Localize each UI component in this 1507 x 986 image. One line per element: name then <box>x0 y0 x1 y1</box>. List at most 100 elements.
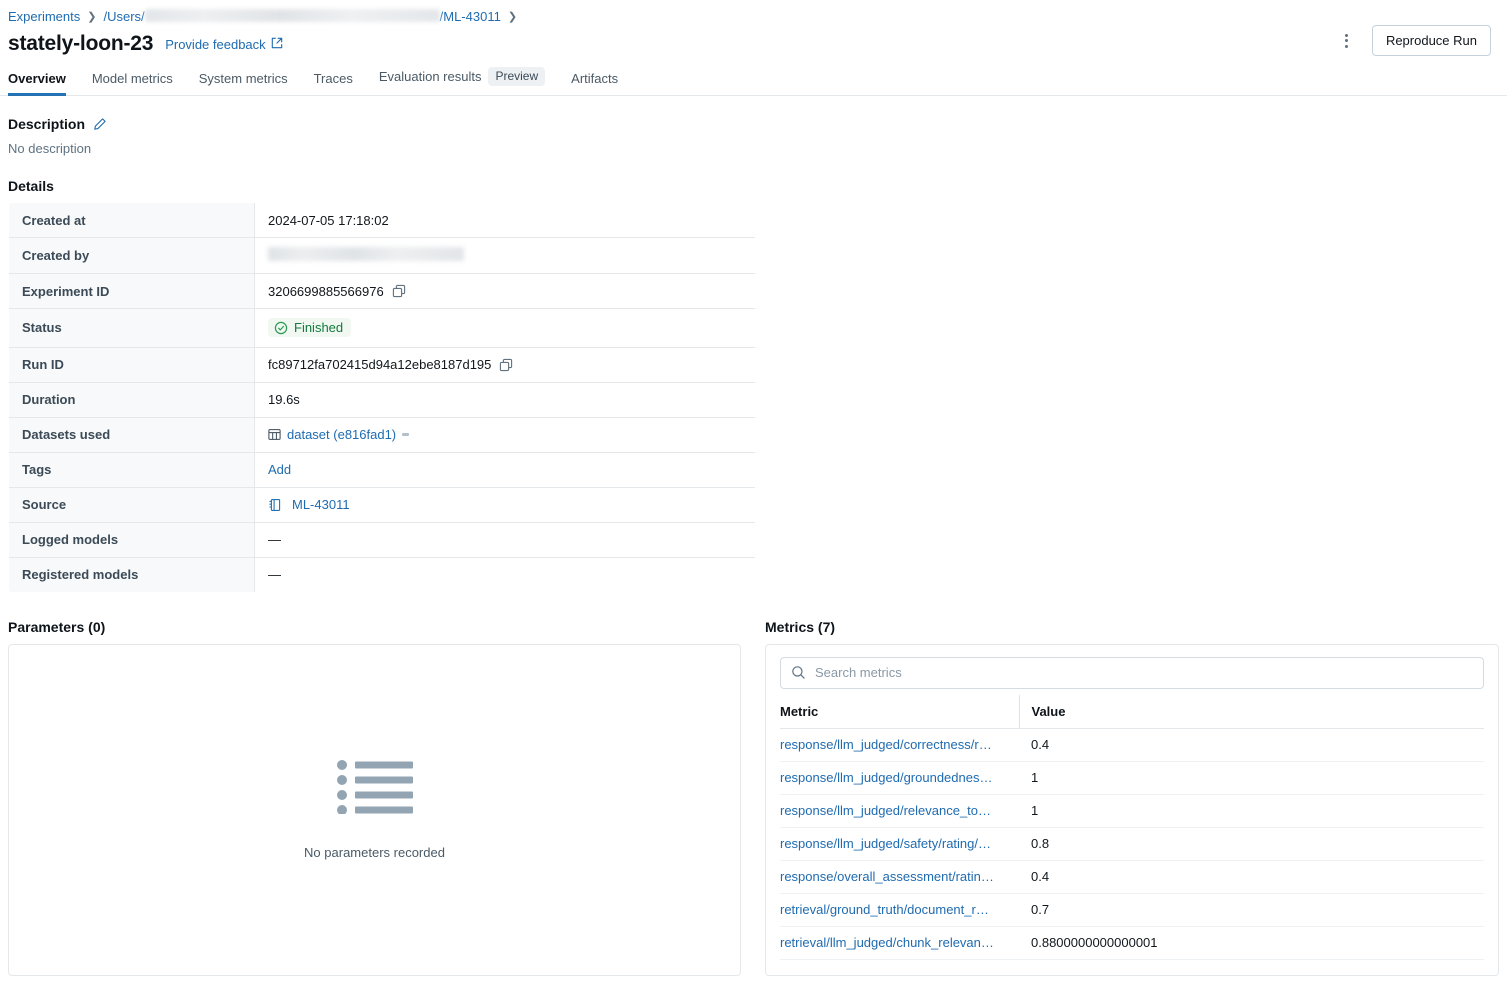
metrics-panel: Metric Value response/llm_judged/correct… <box>765 644 1499 976</box>
tab-model-metrics[interactable]: Model metrics <box>92 71 173 95</box>
breadcrumb-separator-icon: ❯ <box>87 10 96 23</box>
provide-feedback-label: Provide feedback <box>165 37 265 52</box>
details-value-created-at: 2024-07-05 17:18:02 <box>255 203 756 238</box>
metric-link[interactable]: response/llm_judged/safety/rating/… <box>780 836 991 851</box>
notebook-icon <box>268 498 282 512</box>
metric-link[interactable]: response/overall_assessment/ratin… <box>780 869 994 884</box>
tab-model-metrics-label: Model metrics <box>92 71 173 86</box>
tab-traces[interactable]: Traces <box>314 71 353 95</box>
metric-link[interactable]: retrieval/ground_truth/document_r… <box>780 902 989 917</box>
table-row: response/llm_judged/groundednes… 1 <box>780 761 1484 794</box>
parameters-empty-text: No parameters recorded <box>304 845 445 860</box>
tab-overview[interactable]: Overview <box>8 71 66 95</box>
table-row: Logged models — <box>9 522 756 557</box>
details-heading: Details <box>8 178 1499 194</box>
metric-name-cell: response/overall_assessment/ratin… <box>780 860 1019 893</box>
details-value-status: Finished <box>255 309 756 348</box>
metric-value-cell: 0.7 <box>1019 893 1484 926</box>
table-row: Datasets used dataset (e816fad1) <box>9 417 756 452</box>
edit-pencil-icon[interactable] <box>93 117 107 131</box>
tab-system-metrics-label: System metrics <box>199 71 288 86</box>
title-row: stately-loon-23 Provide feedback Reprodu… <box>0 24 1507 60</box>
tab-system-metrics[interactable]: System metrics <box>199 71 288 95</box>
metric-name-cell: response/llm_judged/correctness/r… <box>780 728 1019 761</box>
metrics-search-box[interactable] <box>780 657 1484 689</box>
search-icon <box>791 665 806 680</box>
run-id-text: fc89712fa702415d94a12ebe8187d195 <box>268 357 491 372</box>
metric-link[interactable]: response/llm_judged/groundednes… <box>780 770 992 785</box>
table-row: Source ML-43011 <box>9 487 756 522</box>
tab-evaluation-results[interactable]: Evaluation results Preview <box>379 67 545 95</box>
metric-value-cell: 1 <box>1019 761 1484 794</box>
metrics-table: Metric Value response/llm_judged/correct… <box>780 695 1484 960</box>
source-link[interactable]: ML-43011 <box>292 497 350 512</box>
metric-value-cell: 0.4 <box>1019 860 1484 893</box>
table-row: Duration 19.6s <box>9 382 756 417</box>
reproduce-run-button[interactable]: Reproduce Run <box>1372 25 1491 56</box>
details-value-tags: Add <box>255 452 756 487</box>
metrics-title: Metrics (7) <box>765 619 1499 635</box>
metric-name-cell: retrieval/llm_judged/chunk_relevan… <box>780 926 1019 959</box>
page-title: stately-loon-23 <box>8 32 153 56</box>
tab-evaluation-results-label: Evaluation results <box>379 69 482 84</box>
details-key-duration: Duration <box>9 382 255 417</box>
breadcrumb-path-suffix[interactable]: /ML-43011 <box>440 9 501 24</box>
tab-bar: Overview Model metrics System metrics Tr… <box>0 60 1507 96</box>
status-badge: Finished <box>268 318 351 337</box>
details-value-registered-models: — <box>255 557 756 592</box>
metric-name-cell: response/llm_judged/relevance_to… <box>780 794 1019 827</box>
metric-link[interactable]: response/llm_judged/relevance_to… <box>780 803 991 818</box>
parameters-panel: No parameters recorded <box>8 644 741 976</box>
tab-artifacts[interactable]: Artifacts <box>571 71 618 95</box>
main-content: Description No description Details Creat… <box>0 116 1507 593</box>
metric-link[interactable]: retrieval/llm_judged/chunk_relevan… <box>780 935 994 950</box>
metric-value-cell: 0.4 <box>1019 728 1484 761</box>
table-row: Experiment ID 3206699885566976 <box>9 274 756 309</box>
provide-feedback-link[interactable]: Provide feedback <box>165 37 282 52</box>
copy-icon[interactable] <box>499 358 513 372</box>
details-key-created-by: Created by <box>9 238 255 274</box>
details-key-logged-models: Logged models <box>9 522 255 557</box>
table-row: retrieval/ground_truth/document_r… 0.7 <box>780 893 1484 926</box>
details-value-run-id: fc89712fa702415d94a12ebe8187d195 <box>255 347 756 382</box>
details-table: Created at 2024-07-05 17:18:02 Created b… <box>8 202 756 593</box>
details-value-duration: 19.6s <box>255 382 756 417</box>
table-row: Run ID fc89712fa702415d94a12ebe8187d195 <box>9 347 756 382</box>
title-actions: Reproduce Run <box>1334 25 1491 56</box>
tab-artifacts-label: Artifacts <box>571 71 618 86</box>
breadcrumb-users-prefix[interactable]: /Users/ <box>103 9 144 24</box>
add-tag-link[interactable]: Add <box>268 462 291 477</box>
details-key-experiment-id: Experiment ID <box>9 274 255 309</box>
preview-badge: Preview <box>488 67 545 86</box>
description-heading-label: Description <box>8 116 85 132</box>
table-row: Registered models — <box>9 557 756 592</box>
status-badge-label: Finished <box>294 320 343 335</box>
details-value-source: ML-43011 <box>255 487 756 522</box>
dataset-link[interactable]: dataset (e816fad1) <box>287 427 396 442</box>
more-options-icon[interactable] <box>1334 27 1360 55</box>
parameters-section: Parameters (0) No parameters recorded <box>8 619 741 976</box>
metric-link[interactable]: response/llm_judged/correctness/r… <box>780 737 992 752</box>
breadcrumb-redacted-path <box>145 9 440 22</box>
metric-name-cell: response/llm_judged/safety/rating/… <box>780 827 1019 860</box>
details-key-tags: Tags <box>9 452 255 487</box>
breadcrumb-experiments[interactable]: Experiments <box>8 9 80 24</box>
dataset-more-icon <box>402 433 409 436</box>
details-key-status: Status <box>9 309 255 348</box>
details-value-experiment-id: 3206699885566976 <box>255 274 756 309</box>
table-row: Created by <box>9 238 756 274</box>
table-row: response/llm_judged/safety/rating/… 0.8 <box>780 827 1484 860</box>
metrics-col-value[interactable]: Value <box>1019 695 1484 729</box>
details-value-datasets-used: dataset (e816fad1) <box>255 417 756 452</box>
copy-icon[interactable] <box>392 284 406 298</box>
metric-name-cell: retrieval/ground_truth/document_r… <box>780 893 1019 926</box>
details-key-registered-models: Registered models <box>9 557 255 592</box>
table-row: Tags Add <box>9 452 756 487</box>
details-key-source: Source <box>9 487 255 522</box>
empty-list-icon <box>337 760 413 819</box>
search-input[interactable] <box>815 665 1473 680</box>
metrics-col-metric[interactable]: Metric <box>780 695 1019 729</box>
details-key-datasets-used: Datasets used <box>9 417 255 452</box>
details-value-logged-models: — <box>255 522 756 557</box>
table-row: response/overall_assessment/ratin… 0.4 <box>780 860 1484 893</box>
